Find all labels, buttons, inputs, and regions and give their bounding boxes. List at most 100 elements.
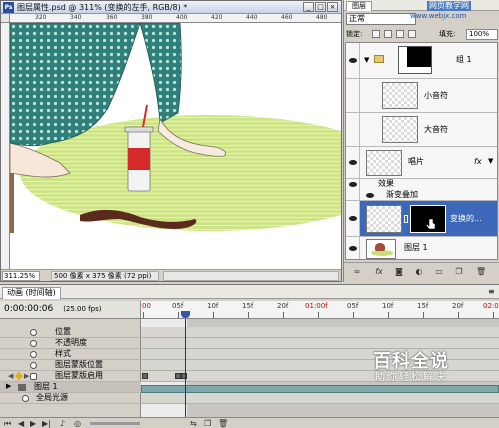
frame-label: 00 <box>142 302 151 310</box>
new-frame-icon[interactable]: ❐ <box>204 419 211 428</box>
keyframe-marker[interactable] <box>142 373 148 379</box>
layer-thumbnail[interactable] <box>366 205 402 233</box>
new-layer-icon[interactable]: ❐ <box>454 267 464 277</box>
eye-icon <box>349 216 357 221</box>
horizontal-scrollbar[interactable] <box>163 271 339 281</box>
property-row-mask-enable[interactable]: ◀ ▶ 图层蒙版启用 <box>0 371 141 382</box>
zoom-slider[interactable] <box>90 422 140 425</box>
layer-thumbnail[interactable] <box>382 82 418 109</box>
expand-arrow-icon[interactable]: ▼ <box>488 157 493 165</box>
layer-row-timeline[interactable]: ▶ 图层 1 <box>0 382 141 393</box>
stopwatch-icon[interactable] <box>30 329 37 336</box>
stopwatch-icon[interactable] <box>30 340 37 347</box>
onion-skin-icon[interactable]: ◎ <box>74 419 81 428</box>
trash-icon[interactable]: 🗑 <box>476 267 486 277</box>
document-title-bar[interactable]: Ps 图层属性.psd @ 311% (变换的左手, RGB/8) * _ □ … <box>1 1 341 14</box>
lock-transparency-checkbox[interactable] <box>372 30 380 38</box>
stopwatch-icon[interactable] <box>30 362 37 369</box>
eye-icon[interactable] <box>366 193 374 198</box>
cup-lid <box>124 126 154 133</box>
playhead-handle[interactable] <box>181 311 190 318</box>
first-frame-icon[interactable]: ⏮ <box>4 419 11 428</box>
ruler-origin[interactable] <box>1 14 10 23</box>
blend-mode-select[interactable]: 正常 <box>346 13 416 25</box>
layer-row-layer-1[interactable]: 图层 1 <box>346 237 497 259</box>
layer-row-small-note[interactable]: 小音符 <box>346 79 497 113</box>
layer-name: 小音符 <box>424 91 448 100</box>
visibility-toggle[interactable] <box>346 190 360 200</box>
prev-keyframe-icon[interactable]: ◀ <box>8 372 13 380</box>
vertical-ruler[interactable] <box>1 23 10 269</box>
link-icon[interactable] <box>404 215 408 223</box>
maximize-button[interactable]: □ <box>315 2 326 12</box>
layer-row-big-note[interactable]: 大音符 <box>346 113 497 147</box>
minimize-button[interactable]: _ <box>303 2 314 12</box>
ruler-label: 460 <box>281 14 293 21</box>
canvas-artwork <box>10 23 341 233</box>
visibility-toggle[interactable] <box>346 113 360 146</box>
visibility-toggle[interactable] <box>346 237 360 259</box>
stopwatch-icon[interactable] <box>30 351 37 358</box>
keyframe-marker[interactable] <box>181 373 187 379</box>
tab-animation-timeline[interactable]: 动画 (时间轴) <box>2 287 61 299</box>
adjustment-layer-icon[interactable]: ◐ <box>414 267 424 277</box>
layer-thumbnail[interactable] <box>366 239 396 259</box>
layer-thumbnail[interactable] <box>366 150 402 176</box>
convert-frames-icon[interactable]: ⇆ <box>190 419 197 428</box>
audio-icon[interactable]: ♪ <box>60 419 65 428</box>
keyframe-diamond-icon[interactable] <box>14 371 24 381</box>
timeline-ruler[interactable]: 00 05f 10f 15f 20f 01:00f 05f 10f 15f 20… <box>141 301 499 319</box>
layer-row-record[interactable]: 唱片 fx ▼ <box>346 147 497 179</box>
lock-position-checkbox[interactable] <box>396 30 404 38</box>
document-canvas[interactable] <box>10 23 341 269</box>
play-icon[interactable]: ▶ <box>30 419 36 428</box>
tab-layers[interactable]: 图层 <box>346 1 372 11</box>
expand-arrow-icon[interactable]: ▼ <box>364 56 369 64</box>
fx-icon[interactable]: fx <box>474 157 482 167</box>
group-mask-thumbnail[interactable] <box>398 46 432 74</box>
horizontal-ruler[interactable]: 320 340 360 380 400 420 440 460 480 <box>10 14 341 23</box>
property-row-mask-position[interactable]: 图层蒙版位置 <box>0 360 141 371</box>
visibility-toggle[interactable] <box>346 79 360 112</box>
ruler-label: 420 <box>211 14 223 21</box>
zoom-field[interactable]: 311.25% <box>2 271 40 281</box>
panel-menu-icon[interactable]: ≡ <box>488 287 495 296</box>
layer-mask-thumbnail[interactable] <box>410 205 446 233</box>
effects-row[interactable]: 效果 <box>346 179 497 190</box>
layer-row-transformed-hand[interactable]: 变换的... <box>346 201 497 237</box>
property-row-opacity[interactable]: 不透明度 <box>0 338 141 349</box>
stopwatch-icon[interactable] <box>30 373 37 380</box>
property-row-global-light[interactable]: 全局光源 <box>0 393 141 404</box>
lock-image-checkbox[interactable] <box>384 30 392 38</box>
next-frame-icon[interactable]: ▶| <box>42 419 51 428</box>
property-row-position[interactable]: 位置 <box>0 327 141 338</box>
folder-icon <box>374 55 384 63</box>
effect-row-gradient-overlay[interactable]: 渐变叠加 <box>346 190 497 201</box>
visibility-toggle[interactable] <box>346 201 360 236</box>
layer-thumbnail[interactable] <box>382 116 418 143</box>
current-time-indicator[interactable] <box>185 319 186 417</box>
visibility-toggle[interactable] <box>346 179 360 190</box>
layer-row-group-1[interactable]: ▼ 组 1 <box>346 43 497 79</box>
fill-input[interactable]: 100% <box>466 29 498 40</box>
new-group-icon[interactable]: ▭ <box>434 267 444 277</box>
layers-tab-bar: 图层 <box>344 0 499 11</box>
visibility-toggle[interactable] <box>346 43 360 78</box>
current-time-display[interactable]: 0:00:00:06 (25.00 fps) <box>0 301 141 319</box>
document-info[interactable]: 500 像素 x 375 像素 (72 ppi) <box>51 271 159 281</box>
next-keyframe-icon[interactable]: ▶ <box>24 372 29 380</box>
close-button[interactable]: × <box>327 2 338 12</box>
eye-icon <box>349 246 357 251</box>
stopwatch-icon[interactable] <box>22 395 29 402</box>
add-mask-icon[interactable]: ◙ <box>394 267 404 277</box>
property-row-style[interactable]: 样式 <box>0 349 141 360</box>
property-label: 图层蒙版启用 <box>55 371 103 380</box>
link-layers-icon[interactable]: ∞ <box>352 267 362 277</box>
visibility-toggle[interactable] <box>346 147 360 178</box>
expand-arrow-icon[interactable]: ▶ <box>6 382 11 390</box>
add-style-icon[interactable]: fx <box>374 267 384 277</box>
lock-all-checkbox[interactable] <box>408 30 416 38</box>
delete-icon[interactable]: 🗑 <box>218 419 228 428</box>
prev-frame-icon[interactable]: ◀ <box>18 419 24 428</box>
layer-duration-bar[interactable] <box>141 385 499 393</box>
